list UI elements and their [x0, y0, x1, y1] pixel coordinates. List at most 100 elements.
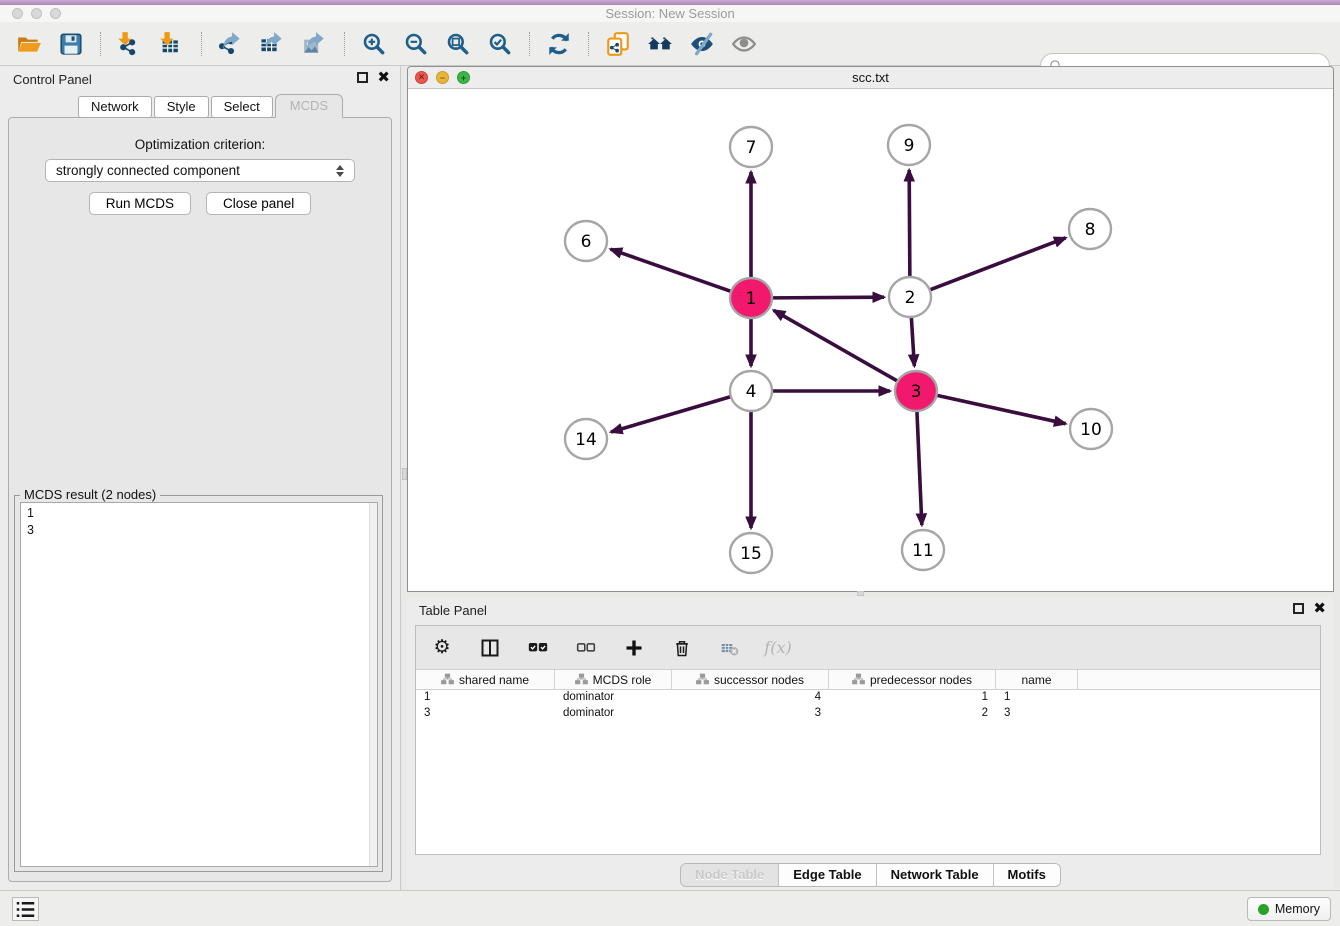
- add-button[interactable]: [622, 636, 646, 660]
- optimization-criterion-label: Optimization criterion:: [9, 137, 391, 152]
- close-panel-icon[interactable]: ✖: [377, 72, 390, 83]
- graph-node-11[interactable]: 11: [902, 530, 944, 570]
- table-cell[interactable]: 3: [672, 706, 829, 722]
- table-float-panel-icon[interactable]: [1293, 603, 1304, 614]
- export-table-icon: [260, 31, 286, 57]
- run-mcds-button[interactable]: Run MCDS: [89, 192, 191, 215]
- tab-network-table[interactable]: Network Table: [877, 864, 994, 886]
- tab-node-table[interactable]: Node Table: [681, 864, 779, 886]
- refresh-button[interactable]: [544, 29, 574, 59]
- table-row[interactable]: 1dominator411: [416, 690, 1320, 706]
- save-session-icon: [58, 31, 84, 57]
- close-panel-button[interactable]: Close panel: [206, 192, 311, 215]
- import-network-button[interactable]: [115, 29, 145, 59]
- show-graphics-button[interactable]: [729, 29, 759, 59]
- tab-motifs[interactable]: Motifs: [994, 864, 1060, 886]
- column-header-predecessor-nodes[interactable]: predecessor nodes: [829, 670, 996, 689]
- graph-node-14[interactable]: 14: [565, 419, 607, 459]
- zoom-out-button[interactable]: [401, 29, 431, 59]
- export-image-button[interactable]: [300, 29, 330, 59]
- open-session-button[interactable]: [14, 29, 44, 59]
- function-builder-button: f(x): [766, 636, 790, 660]
- tab-select[interactable]: Select: [211, 96, 273, 118]
- column-header-name[interactable]: name: [996, 670, 1078, 689]
- vertical-splitter[interactable]: [400, 66, 407, 890]
- column-header-successor-nodes[interactable]: successor nodes: [672, 670, 829, 689]
- optimization-criterion-select[interactable]: strongly connected component: [45, 159, 355, 182]
- zoom-in-button[interactable]: [359, 29, 389, 59]
- graph-edge-3-11[interactable]: [917, 411, 922, 525]
- refresh-icon: [546, 31, 572, 57]
- table-cell[interactable]: 4: [672, 690, 829, 706]
- column-header-MCDS-role[interactable]: MCDS role: [555, 670, 672, 689]
- tab-style[interactable]: Style: [154, 96, 209, 118]
- clone-network-icon: [605, 31, 631, 57]
- network-view-window: ✕ − + scc.txt 7 9 6 8 1 2 4 3 14 10 15 11: [407, 66, 1334, 592]
- hide-style-button[interactable]: [687, 29, 717, 59]
- svg-text:7: 7: [746, 138, 757, 158]
- columns-button[interactable]: [478, 636, 502, 660]
- graph-node-6[interactable]: 6: [565, 221, 607, 261]
- gear-button[interactable]: ⚙: [430, 636, 454, 660]
- save-session-button[interactable]: [56, 29, 86, 59]
- clone-network-button[interactable]: [603, 29, 633, 59]
- float-panel-icon[interactable]: [357, 72, 368, 83]
- graph-node-3[interactable]: 3: [895, 371, 937, 411]
- open-session-icon: [16, 31, 42, 57]
- delete-button[interactable]: [670, 636, 694, 660]
- table-cell[interactable]: 1: [829, 690, 996, 706]
- task-history-button[interactable]: [12, 897, 39, 921]
- graph-node-9[interactable]: 9: [888, 125, 930, 165]
- horizontal-splitter-grip[interactable]: [857, 591, 864, 596]
- export-network-button[interactable]: [216, 29, 246, 59]
- columns-icon: [480, 638, 500, 658]
- deselect-all-button[interactable]: [574, 636, 598, 660]
- delete-table-icon: [720, 638, 740, 658]
- graph-node-10[interactable]: 10: [1070, 409, 1112, 449]
- network-canvas[interactable]: 7 9 6 8 1 2 4 3 14 10 15 11: [408, 89, 1333, 591]
- home-pair-button[interactable]: [645, 29, 675, 59]
- table-cell[interactable]: 2: [829, 706, 996, 722]
- graph-edge-1-2[interactable]: [772, 297, 884, 298]
- control-panel-tabs: NetworkStyleSelectMCDS: [78, 97, 345, 118]
- export-table-button[interactable]: [258, 29, 288, 59]
- graph-edge-3-1[interactable]: [774, 310, 898, 381]
- graph-node-8[interactable]: 8: [1069, 209, 1111, 249]
- zoom-fit-button[interactable]: [443, 29, 473, 59]
- table-cell[interactable]: 1: [996, 690, 1078, 706]
- graph-node-7[interactable]: 7: [730, 127, 772, 167]
- network-title: scc.txt: [408, 70, 1333, 85]
- graph-node-1[interactable]: 1: [730, 278, 772, 318]
- graph-node-4[interactable]: 4: [730, 371, 772, 411]
- table-cell[interactable]: dominator: [555, 690, 672, 706]
- graph-edge-2-3[interactable]: [911, 317, 914, 366]
- graph-edge-1-6[interactable]: [611, 249, 732, 291]
- zoom-selected-button[interactable]: [485, 29, 515, 59]
- result-scrollbar[interactable]: [369, 503, 377, 866]
- graph-edge-4-14[interactable]: [611, 397, 731, 432]
- graph-node-15[interactable]: 15: [730, 533, 772, 573]
- table-cell[interactable]: 3: [996, 706, 1078, 722]
- mcds-result-box[interactable]: 1 3: [20, 502, 378, 867]
- memory-button[interactable]: Memory: [1247, 897, 1331, 921]
- toolbar-separator: [588, 32, 589, 56]
- select-all-button[interactable]: [526, 636, 550, 660]
- tab-network[interactable]: Network: [78, 96, 152, 118]
- network-window-titlebar: ✕ − + scc.txt: [408, 67, 1333, 89]
- table-column-headers: shared nameMCDS rolesuccessor nodesprede…: [416, 670, 1320, 690]
- tab-mcds[interactable]: MCDS: [275, 94, 343, 118]
- table-close-panel-icon[interactable]: ✖: [1313, 603, 1326, 614]
- session-title: Session: New Session: [0, 6, 1340, 21]
- tab-edge-table[interactable]: Edge Table: [779, 864, 876, 886]
- table-row[interactable]: 3dominator323: [416, 706, 1320, 722]
- graph-edge-2-9[interactable]: [909, 170, 910, 277]
- table-cell[interactable]: dominator: [555, 706, 672, 722]
- graph-edge-3-10[interactable]: [937, 395, 1066, 423]
- import-table-button[interactable]: [157, 29, 187, 59]
- graph-node-2[interactable]: 2: [889, 277, 931, 317]
- table-cell[interactable]: 3: [416, 706, 555, 722]
- table-panel: Table Panel ✖ ⚙f(x) shared nameMCDS role…: [407, 597, 1334, 890]
- graph-edge-2-8[interactable]: [930, 238, 1066, 290]
- column-header-shared-name[interactable]: shared name: [416, 670, 555, 689]
- table-cell[interactable]: 1: [416, 690, 555, 706]
